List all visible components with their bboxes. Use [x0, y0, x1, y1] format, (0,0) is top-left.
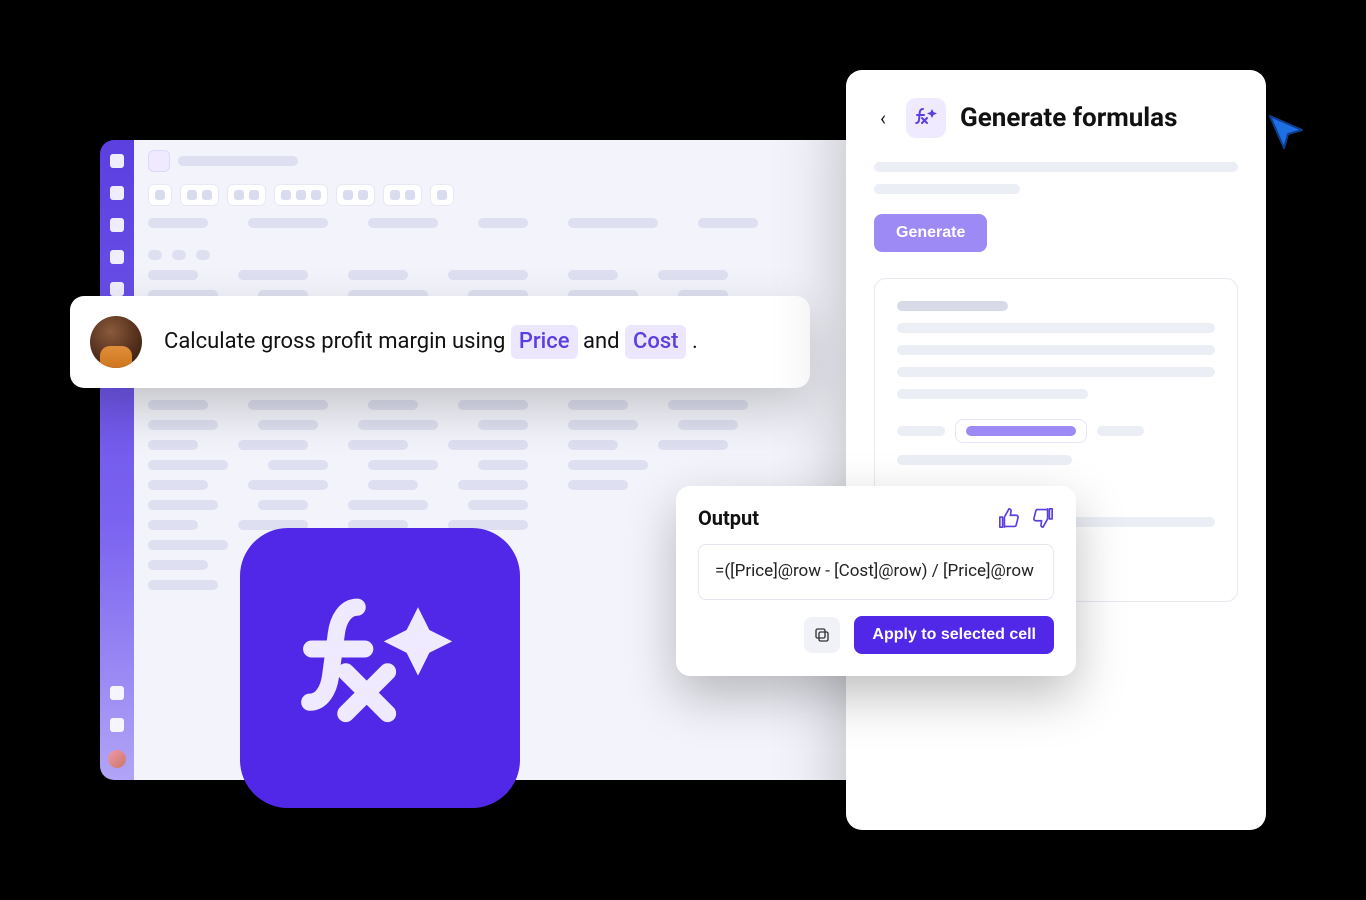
placeholder-line [874, 162, 1238, 172]
sheet-tab[interactable] [148, 150, 170, 172]
fx-chip-icon [906, 98, 946, 138]
fx-feature-tile [240, 528, 520, 808]
user-avatar [90, 316, 142, 368]
sheet-toolbar [148, 184, 846, 206]
toolbar-chip[interactable] [148, 184, 172, 206]
cursor-pointer-icon [1266, 112, 1306, 152]
search-icon[interactable] [110, 218, 124, 232]
thumbs-up-icon[interactable] [998, 507, 1020, 529]
sheet-title-placeholder [178, 156, 298, 166]
help-icon[interactable] [110, 718, 124, 732]
folder-icon[interactable] [110, 250, 124, 264]
prompt-prefix: Calculate gross profit margin using [164, 329, 511, 354]
placeholder-line [874, 184, 1020, 194]
prompt-suffix: . [692, 329, 698, 354]
apps-icon[interactable] [110, 686, 124, 700]
copy-icon [813, 626, 831, 644]
prompt-text: Calculate gross profit margin using Pric… [164, 325, 698, 360]
generate-button[interactable]: Generate [874, 214, 987, 252]
toolbar-chip[interactable] [336, 184, 375, 206]
toolbar-chip[interactable] [274, 184, 328, 206]
prompt-card: Calculate gross profit margin using Pric… [70, 296, 810, 388]
avatar[interactable] [108, 750, 126, 768]
formula-output[interactable]: =([Price]@row - [Cost]@row) / [Price]@ro… [698, 544, 1054, 600]
copy-button[interactable] [804, 617, 840, 653]
output-title: Output [698, 506, 759, 530]
generate-formulas-panel: ‹ Generate formulas Generate [846, 70, 1266, 830]
app-sidebar-rail [100, 140, 134, 780]
home-icon[interactable] [110, 154, 124, 168]
thumbs-down-icon[interactable] [1032, 507, 1054, 529]
back-chevron-icon[interactable]: ‹ [874, 102, 892, 134]
token-cost[interactable]: Cost [625, 325, 687, 360]
toolbar-chip[interactable] [383, 184, 422, 206]
panel-title: Generate formulas [960, 103, 1177, 133]
output-card: Output =([Price]@row - [Cost]@row) / [Pr… [676, 486, 1076, 676]
toolbar-chip[interactable] [227, 184, 266, 206]
fx-sparkle-icon [285, 573, 475, 763]
link-icon[interactable] [110, 282, 124, 296]
apply-button[interactable]: Apply to selected cell [854, 616, 1054, 654]
token-price[interactable]: Price [511, 325, 578, 360]
toolbar-chip[interactable] [430, 184, 454, 206]
notifications-icon[interactable] [110, 186, 124, 200]
prompt-mid: and [583, 329, 625, 354]
toolbar-chip[interactable] [180, 184, 219, 206]
